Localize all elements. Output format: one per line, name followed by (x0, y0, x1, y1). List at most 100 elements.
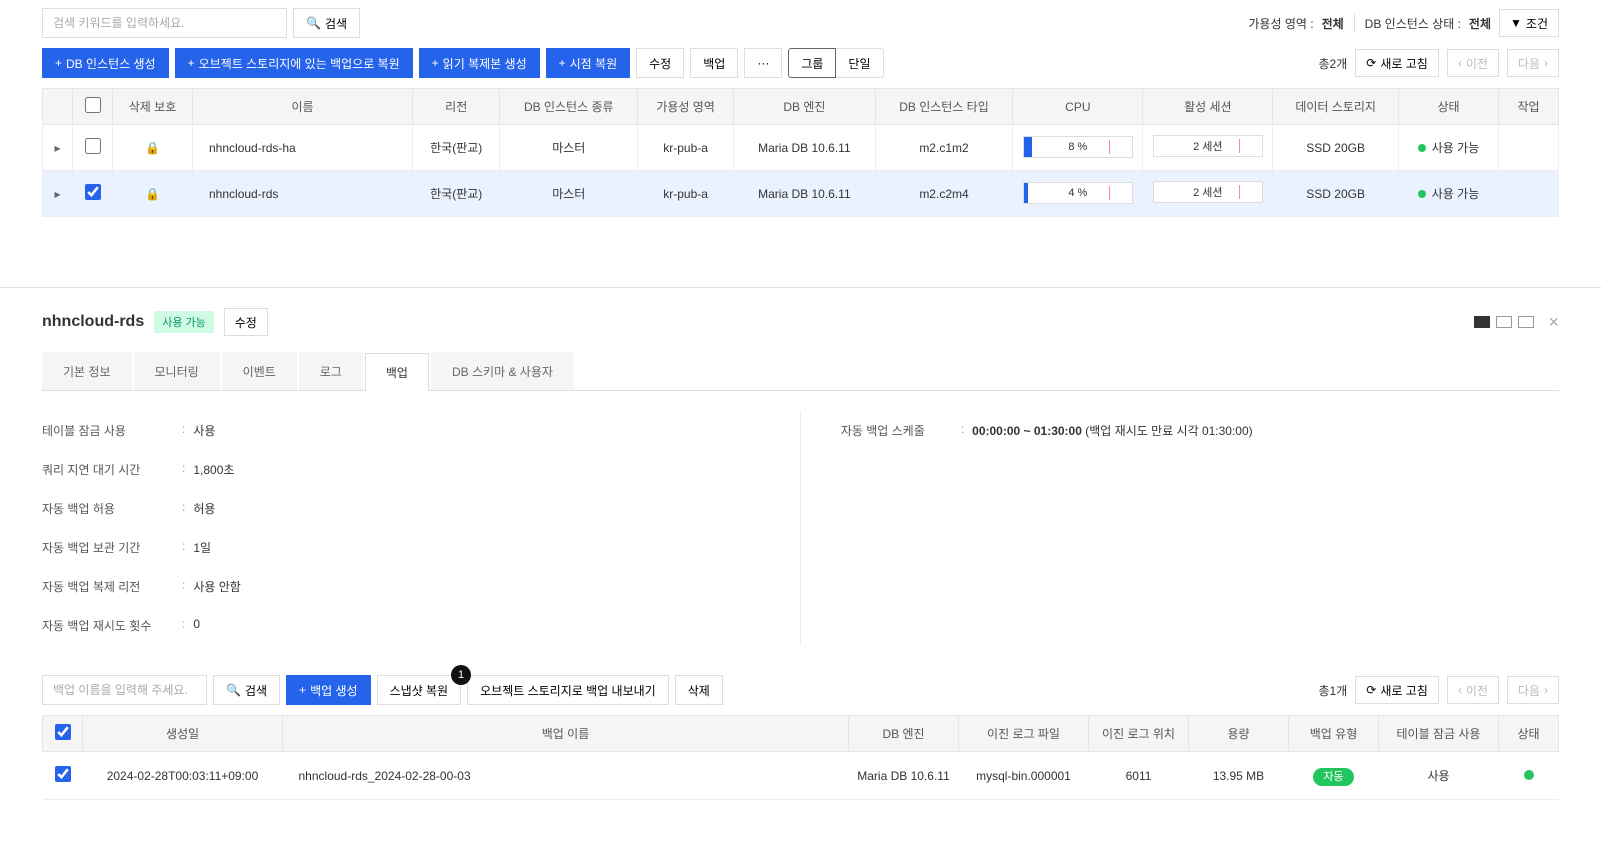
backup-select-all[interactable] (55, 724, 71, 740)
tab-backup[interactable]: 백업 (365, 353, 429, 391)
info-value: 1,800초 (193, 461, 234, 478)
expand-icon[interactable]: ▸ (54, 141, 60, 155)
detail-title: nhncloud-rds (42, 313, 144, 331)
export-obs-button[interactable]: 오브젝트 스토리지로 백업 내보내기 (467, 675, 669, 705)
cell-engine: Maria DB 10.6.11 (849, 752, 959, 800)
col-sessions: 활성 세션 (1143, 89, 1273, 125)
panel-layout-1-icon[interactable] (1474, 316, 1490, 328)
col-status: 상태 (1398, 89, 1498, 125)
table-row[interactable]: 2024-02-28T00:03:11+09:00 nhncloud-rds_2… (43, 752, 1559, 800)
backup-total: 총1개 (1318, 682, 1347, 699)
backup-button[interactable]: 백업 (690, 48, 738, 78)
cell-storage: SSD 20GB (1273, 125, 1399, 171)
create-backup-button[interactable]: + 백업 생성 (286, 675, 371, 705)
tab-log[interactable]: 로그 (299, 352, 363, 390)
col-engine: DB 엔진 (734, 89, 876, 125)
edit-button[interactable]: 수정 (636, 48, 684, 78)
table-row[interactable]: ▸ 🔒 nhncloud-rds 한국(판교) 마스터 kr-pub-a Mar… (43, 171, 1559, 217)
col-action: 작업 (1499, 89, 1559, 125)
close-icon[interactable]: × (1548, 312, 1559, 333)
panel-layout-3-icon[interactable] (1518, 316, 1534, 328)
col-backup-name: 백업 이름 (283, 716, 849, 752)
schedule-value: 00:00:00 ~ 01:30:00 (백업 재시도 만료 시각 01:30:… (972, 422, 1253, 439)
cell-size: 13.95 MB (1189, 752, 1289, 800)
view-single-button[interactable]: 단일 (836, 48, 883, 78)
pitr-button[interactable]: + 시점 복원 (546, 48, 631, 78)
refresh-button[interactable]: ⟳ 새로 고침 (1355, 676, 1439, 704)
info-value: 사용 (193, 422, 215, 439)
more-button[interactable]: ··· (744, 48, 782, 78)
plus-icon: + (55, 56, 62, 70)
cpu-bar: 4 % (1023, 182, 1133, 204)
refresh-button[interactable]: ⟳ 새로 고침 (1355, 49, 1439, 77)
instance-table: 삭제 보호 이름 리전 DB 인스턴스 종류 가용성 영역 DB 엔진 DB 인… (42, 88, 1559, 217)
select-all-checkbox[interactable] (85, 97, 101, 113)
detail-edit-button[interactable]: 수정 (224, 308, 268, 336)
prev-button[interactable]: ‹ 이전 (1447, 676, 1499, 704)
cell-table-lock: 사용 (1379, 752, 1499, 800)
availability-label: 가용성 영역 : (1248, 15, 1313, 32)
snapshot-restore-button[interactable]: 스냅샷 복원 (377, 675, 462, 705)
col-az: 가용성 영역 (638, 89, 734, 125)
chevron-right-icon: › (1544, 56, 1548, 70)
plus-icon: + (188, 56, 195, 70)
create-instance-button[interactable]: + DB 인스턴스 생성 (42, 48, 169, 78)
info-value: 허용 (193, 500, 215, 517)
next-button[interactable]: 다음 › (1507, 49, 1559, 77)
cpu-bar: 8 % (1023, 136, 1133, 158)
prev-button[interactable]: ‹ 이전 (1447, 49, 1499, 77)
chevron-right-icon: › (1544, 683, 1548, 697)
col-created: 생성일 (83, 716, 283, 752)
create-replica-button[interactable]: + 읽기 복제본 생성 (419, 48, 540, 78)
tab-schema[interactable]: DB 스키마 & 사용자 (431, 352, 574, 390)
chevron-left-icon: ‹ (1458, 683, 1462, 697)
next-button[interactable]: 다음 › (1507, 676, 1559, 704)
cell-name: nhncloud-rds (193, 171, 413, 217)
search-icon: 🔍 (306, 16, 321, 30)
lock-icon: 🔒 (145, 141, 160, 155)
lock-icon: 🔒 (145, 187, 160, 201)
backup-search-input[interactable] (42, 675, 207, 705)
view-group-button[interactable]: 그룹 (788, 48, 836, 78)
row-checkbox[interactable] (55, 766, 71, 782)
cell-name: nhncloud-rds_2024-02-28-00-03 (283, 752, 849, 800)
condition-button[interactable]: ▼ 조건 (1499, 9, 1559, 37)
cell-type: 마스터 (500, 171, 638, 217)
backup-search-button[interactable]: 🔍 검색 (213, 675, 280, 705)
cell-status: 사용 가능 (1398, 125, 1498, 171)
status-indicator (1524, 770, 1534, 780)
cell-created: 2024-02-28T00:03:11+09:00 (83, 752, 283, 800)
col-delete-protect: 삭제 보호 (113, 89, 193, 125)
row-checkbox[interactable] (85, 184, 101, 200)
col-type: 백업 유형 (1289, 716, 1379, 752)
refresh-icon: ⟳ (1366, 56, 1376, 70)
col-type: DB 인스턴스 종류 (500, 89, 638, 125)
table-row[interactable]: ▸ 🔒 nhncloud-rds-ha 한국(판교) 마스터 kr-pub-a … (43, 125, 1559, 171)
delete-button[interactable]: 삭제 (675, 675, 723, 705)
col-status: 상태 (1499, 716, 1559, 752)
restore-from-obs-button[interactable]: + 오브젝트 스토리지에 있는 백업으로 복원 (175, 48, 413, 78)
filter-icon: ▼ (1510, 16, 1522, 30)
row-checkbox[interactable] (85, 138, 101, 154)
cell-instance-type: m2.c1m2 (875, 125, 1013, 171)
cell-binlog-pos: 6011 (1089, 752, 1189, 800)
tab-basic[interactable]: 기본 정보 (42, 352, 132, 390)
session-bar: 2 세션 (1153, 135, 1263, 157)
status-badge: 사용 가능 (154, 311, 214, 333)
tab-event[interactable]: 이벤트 (222, 352, 297, 390)
schedule-label: 자동 백업 스케줄 (841, 422, 961, 439)
tab-monitoring[interactable]: 모니터링 (134, 352, 220, 390)
plus-icon: + (299, 683, 306, 697)
info-label: 자동 백업 복제 리전 (42, 578, 182, 595)
info-label: 자동 백업 재시도 횟수 (42, 617, 182, 634)
cell-storage: SSD 20GB (1273, 171, 1399, 217)
expand-icon[interactable]: ▸ (54, 187, 60, 201)
info-label: 자동 백업 허용 (42, 500, 182, 517)
info-value: 0 (193, 617, 200, 634)
col-region: 리전 (413, 89, 500, 125)
cell-status: 사용 가능 (1398, 171, 1498, 217)
panel-layout-2-icon[interactable] (1496, 316, 1512, 328)
search-input[interactable] (42, 8, 287, 38)
col-table-lock: 테이블 잠금 사용 (1379, 716, 1499, 752)
search-button[interactable]: 🔍 검색 (293, 8, 360, 38)
